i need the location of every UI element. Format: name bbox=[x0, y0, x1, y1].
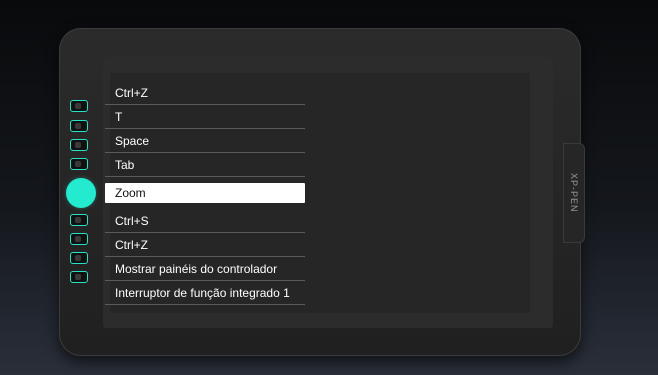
dial-mapping-row-selected[interactable]: Zoom bbox=[105, 183, 305, 203]
express-key-6[interactable] bbox=[70, 233, 88, 245]
dial-control[interactable] bbox=[66, 178, 96, 208]
key-mapping-row[interactable]: Ctrl+S bbox=[105, 211, 305, 233]
key-mapping-row[interactable]: Mostrar painéis do controlador bbox=[105, 259, 305, 281]
express-key-1[interactable] bbox=[70, 100, 88, 112]
key-mapping-row[interactable]: Ctrl+Z bbox=[105, 83, 305, 105]
brand-logo: XP-PEN bbox=[569, 173, 579, 213]
express-key-2[interactable] bbox=[70, 120, 88, 132]
key-mapping-row[interactable]: Tab bbox=[105, 155, 305, 177]
express-key-7[interactable] bbox=[70, 252, 88, 264]
key-mapping-row[interactable]: T bbox=[105, 107, 305, 129]
key-mapping-row[interactable]: Interruptor de função integrado 1 bbox=[105, 283, 305, 305]
express-key-4[interactable] bbox=[70, 158, 88, 170]
express-key-8[interactable] bbox=[70, 271, 88, 283]
express-key-3[interactable] bbox=[70, 139, 88, 151]
key-mapping-row[interactable]: Ctrl+Z bbox=[105, 235, 305, 257]
express-key-5[interactable] bbox=[70, 214, 88, 226]
key-mapping-row[interactable]: Space bbox=[105, 131, 305, 153]
